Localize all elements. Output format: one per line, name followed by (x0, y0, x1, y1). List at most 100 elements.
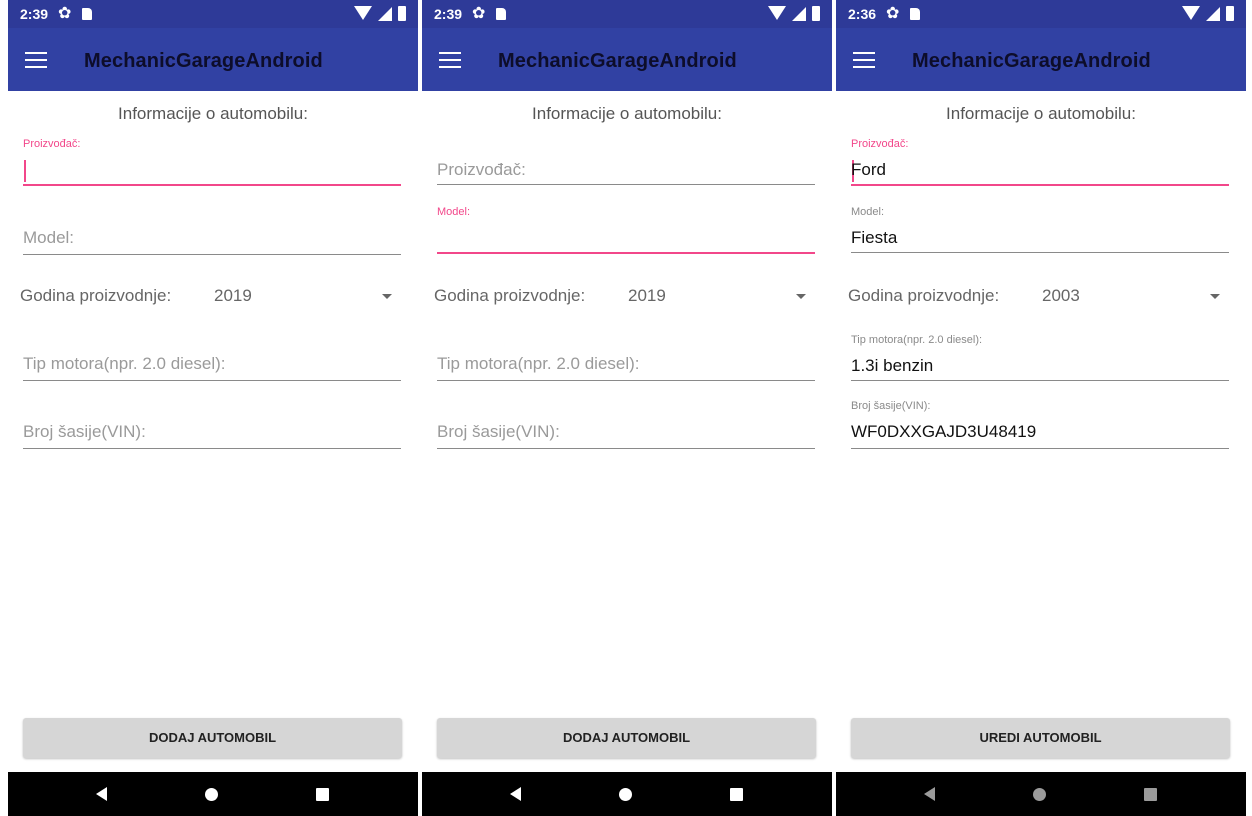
status-bar: 2:39 ✿ (422, 0, 832, 28)
vin-field[interactable]: Broj šasije(VIN): WF0DXXGAJD3U48419 (851, 396, 1229, 450)
model-field[interactable]: Model: (437, 202, 815, 256)
signal-icon (1206, 7, 1220, 21)
wifi-icon (768, 6, 786, 20)
engine-value: 1.3i benzin (851, 356, 934, 375)
dropdown-arrow-icon (1210, 294, 1220, 299)
dropdown-arrow-icon (796, 294, 806, 299)
model-field[interactable]: Model: Fiesta (851, 202, 1229, 256)
back-icon[interactable] (510, 787, 521, 801)
status-bar: 2:36 ✿ (836, 0, 1246, 28)
add-car-button[interactable]: DODAJ AUTOMOBIL (437, 718, 816, 758)
year-spinner[interactable]: Godina proizvodnje: 2019 (434, 282, 806, 312)
phone-screen-add-manufacturer-focused: 2:39 ✿ MechanicGarageAndroid Informacije… (8, 0, 418, 816)
year-label: Godina proizvodnje: (434, 286, 586, 305)
year-label: Godina proizvodnje: (848, 286, 1000, 305)
vin-hint: Broj šasije(VIN): (23, 422, 146, 441)
menu-icon[interactable] (439, 52, 461, 69)
manufacturer-field[interactable]: Proizvođač: (23, 134, 401, 188)
signal-icon (792, 7, 806, 21)
field-underline (23, 254, 401, 255)
recents-icon[interactable] (1144, 788, 1157, 801)
manufacturer-value: Ford (851, 160, 886, 179)
vin-value: WF0DXXGAJD3U48419 (851, 422, 1037, 441)
edit-car-button[interactable]: UREDI AUTOMOBIL (851, 718, 1230, 758)
menu-icon[interactable] (25, 52, 47, 69)
navigation-bar (836, 772, 1246, 816)
menu-icon[interactable] (853, 52, 875, 69)
recents-icon[interactable] (316, 788, 329, 801)
battery-icon (398, 6, 406, 21)
navigation-bar (8, 772, 418, 816)
app-bar: MechanicGarageAndroid (836, 28, 1246, 91)
field-underline (23, 380, 401, 381)
app-title: MechanicGarageAndroid (912, 50, 1151, 72)
app-title: MechanicGarageAndroid (498, 50, 737, 72)
engine-field[interactable]: Tip motora(npr. 2.0 diesel): (23, 344, 401, 382)
back-icon[interactable] (96, 787, 107, 801)
gear-icon: ✿ (886, 5, 900, 22)
year-label: Godina proizvodnje: (20, 286, 172, 305)
vin-hint: Broj šasije(VIN): (437, 422, 560, 441)
field-underline (437, 252, 815, 254)
status-time: 2:36 (848, 6, 877, 22)
model-hint: Model: (23, 228, 75, 247)
sd-card-icon (910, 8, 920, 20)
engine-hint: Tip motora(npr. 2.0 diesel): (437, 354, 640, 373)
year-value: 2019 (628, 286, 666, 305)
manufacturer-hint: Proizvođač: (437, 160, 526, 179)
field-underline (23, 184, 401, 186)
add-car-button[interactable]: DODAJ AUTOMOBIL (23, 718, 402, 758)
section-title: Informacije o automobilu: (532, 104, 722, 123)
engine-label: Tip motora(npr. 2.0 diesel): (851, 334, 983, 346)
model-field[interactable]: Model: (23, 218, 401, 256)
navigation-bar (422, 772, 832, 816)
section-title: Informacije o automobilu: (946, 104, 1136, 123)
sd-card-icon (82, 8, 92, 20)
back-icon[interactable] (924, 787, 935, 801)
status-time: 2:39 (434, 6, 463, 22)
field-underline (851, 252, 1229, 253)
year-spinner[interactable]: Godina proizvodnje: 2003 (848, 282, 1220, 312)
model-value: Fiesta (851, 228, 898, 247)
wifi-icon (1182, 6, 1200, 20)
field-underline (437, 380, 815, 381)
app-bar: MechanicGarageAndroid (422, 28, 832, 91)
field-underline (851, 448, 1229, 449)
app-bar: MechanicGarageAndroid (8, 28, 418, 91)
section-title: Informacije o automobilu: (118, 104, 308, 123)
phone-screen-add-model-focused: 2:39 ✿ MechanicGarageAndroid Informacije… (422, 0, 832, 816)
recents-icon[interactable] (730, 788, 743, 801)
home-icon[interactable] (619, 788, 632, 801)
home-icon[interactable] (205, 788, 218, 801)
engine-field[interactable]: Tip motora(npr. 2.0 diesel): (437, 344, 815, 382)
year-value: 2019 (214, 286, 252, 305)
status-time: 2:39 (20, 6, 49, 22)
dropdown-arrow-icon (382, 294, 392, 299)
text-cursor (24, 160, 26, 182)
vin-label: Broj šasije(VIN): (851, 400, 931, 412)
manufacturer-field[interactable]: Proizvođač: (437, 150, 815, 188)
year-value: 2003 (1042, 286, 1080, 305)
vin-field[interactable]: Broj šasije(VIN): (437, 412, 815, 450)
app-title: MechanicGarageAndroid (84, 50, 323, 72)
field-underline (437, 184, 815, 185)
phone-screen-edit-car: 2:36 ✿ MechanicGarageAndroid Informacije… (836, 0, 1246, 816)
field-underline (437, 448, 815, 449)
vin-field[interactable]: Broj šasije(VIN): (23, 412, 401, 450)
manufacturer-field[interactable]: Proizvođač: Ford (851, 134, 1229, 188)
battery-icon (1226, 6, 1234, 21)
engine-hint: Tip motora(npr. 2.0 diesel): (23, 354, 226, 373)
year-spinner[interactable]: Godina proizvodnje: 2019 (20, 282, 392, 312)
gear-icon: ✿ (472, 5, 486, 22)
model-label: Model: (851, 206, 885, 218)
sd-card-icon (496, 8, 506, 20)
battery-icon (812, 6, 820, 21)
engine-field[interactable]: Tip motora(npr. 2.0 diesel): 1.3i benzin (851, 330, 1229, 384)
home-icon[interactable] (1033, 788, 1046, 801)
manufacturer-label: Proizvođač: (851, 138, 909, 150)
gear-icon: ✿ (58, 5, 72, 22)
field-underline (23, 448, 401, 449)
signal-icon (378, 7, 392, 21)
field-underline (851, 184, 1229, 186)
manufacturer-label: Proizvođač: (23, 138, 81, 150)
